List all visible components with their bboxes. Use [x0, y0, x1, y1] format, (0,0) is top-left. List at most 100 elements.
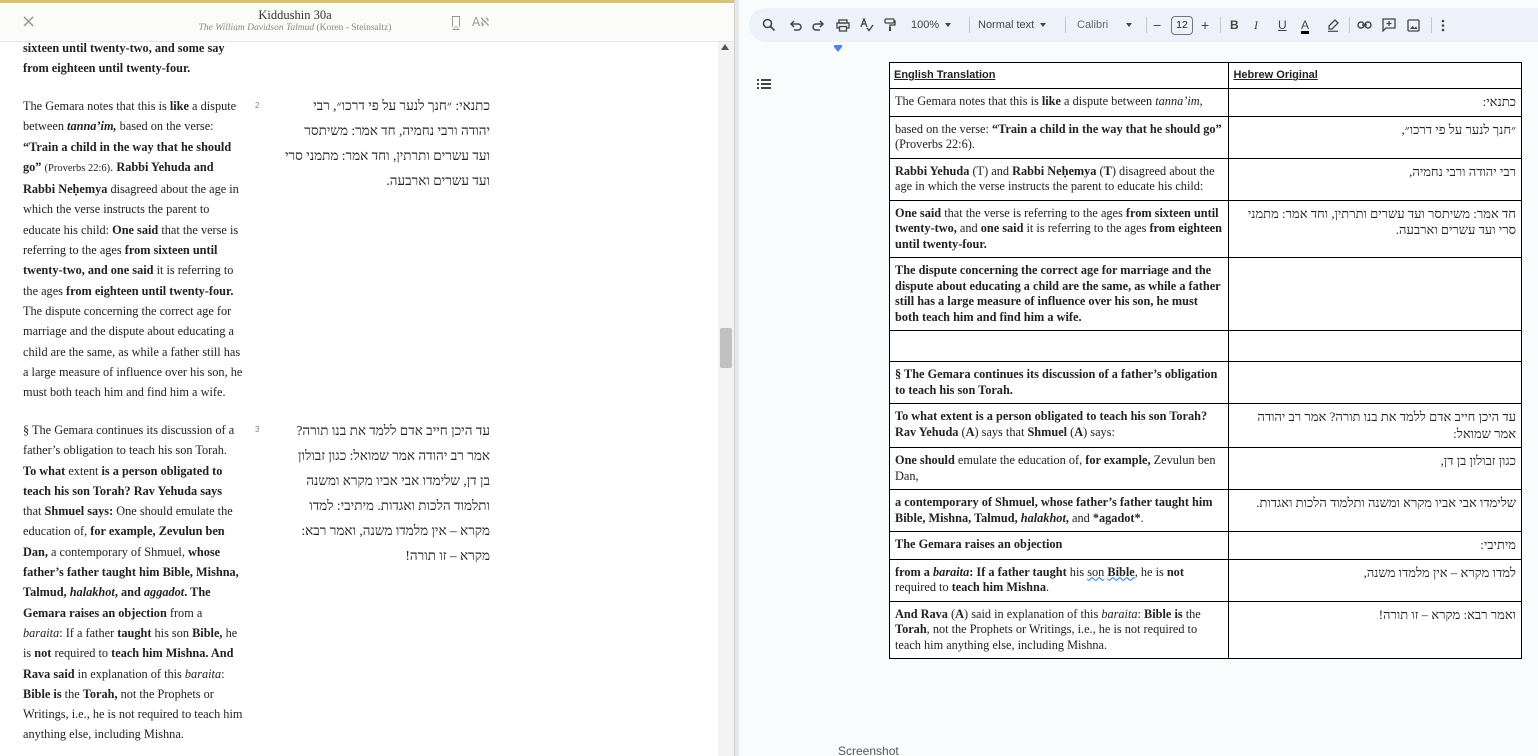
table-row[interactable]: The dispute concerning the correct age f… — [888, 257, 1522, 331]
increase-font-size-button[interactable]: + — [1201, 8, 1209, 42]
paragraph-style-value: Normal text — [978, 19, 1035, 31]
font-family-value: Calibri — [1077, 19, 1109, 31]
english-cell[interactable]: To what extent is a person obligated to … — [888, 403, 1230, 448]
italic-button[interactable]: I — [1254, 8, 1258, 42]
scrollbar[interactable] — [718, 42, 734, 756]
table-row[interactable]: To what extent is a person obligated to … — [888, 403, 1522, 448]
english-segment-3[interactable]: § The Gemara continues its discussion of… — [23, 420, 243, 745]
english-cell[interactable] — [888, 330, 1230, 362]
hebrew-segment-3[interactable]: עד היכן חייב אדם ללמד את בנו תורה? אמר ר… — [272, 418, 490, 568]
hebrew-cell[interactable]: מיתיבי: — [1228, 531, 1522, 560]
insert-image-icon[interactable] — [1407, 8, 1420, 42]
reader-header: × Kiddushin 30a The William Davidson Tal… — [0, 3, 736, 42]
ruler-indent-marker[interactable] — [834, 47, 842, 52]
scrollbar-thumb[interactable] — [720, 328, 732, 368]
table-header-row: English Translation Hebrew Original — [888, 62, 1522, 89]
english-cell[interactable]: a contemporary of Shmuel, whose father’s… — [888, 489, 1230, 532]
hebrew-line: ועד עשרים ותרתין, וחד אמר: מתמני סרי — [285, 148, 490, 163]
hebrew-cell[interactable] — [1228, 361, 1522, 404]
english-cell[interactable]: One should emulate the education of, for… — [888, 447, 1230, 490]
table-row[interactable]: One should emulate the education of, for… — [888, 447, 1522, 490]
chevron-down-icon — [945, 23, 952, 28]
english-cell[interactable]: And Rava (A) said in explanation of this… — [888, 600, 1230, 659]
toolbar-divider — [1065, 17, 1066, 33]
hebrew-column-header[interactable]: Hebrew Original — [1228, 62, 1522, 89]
toolbar-divider — [1349, 17, 1350, 33]
hebrew-cell[interactable] — [1228, 330, 1522, 362]
text-color-button[interactable]: A — [1301, 8, 1309, 42]
toolbar-divider — [969, 17, 970, 33]
hebrew-line: יהודה ורבי נחמיה, חד אמר: משיתסר — [304, 123, 490, 138]
text-title[interactable]: Kiddushin 30a — [160, 8, 430, 22]
version-title: The William Davidson Talmud — [198, 23, 315, 33]
scroll-up-icon[interactable] — [721, 44, 729, 50]
decrease-font-size-button[interactable]: − — [1153, 8, 1161, 42]
highlight-pen-icon[interactable] — [1327, 8, 1339, 42]
table-row[interactable]: One said that the verse is referring to … — [888, 199, 1522, 258]
table-row[interactable]: And Rava (A) said in explanation of this… — [888, 600, 1522, 659]
close-icon[interactable]: × — [21, 12, 36, 32]
hebrew-line: ועד עשרים וארבעה. — [386, 173, 490, 188]
english-segment-1-tail[interactable]: sixteen until twenty-two, and some say f… — [23, 38, 238, 79]
hebrew-cell[interactable]: ואמר רבא: מקרא – זו תורה! — [1228, 600, 1522, 659]
language-toggle-icon[interactable]: Aℵ — [472, 15, 489, 29]
font-family-select[interactable]: Calibri — [1077, 8, 1133, 42]
english-cell[interactable]: based on the verse: “Train a child in th… — [888, 115, 1230, 159]
hebrew-cell[interactable]: ״חנך לנער על פי דרכו״, — [1228, 115, 1522, 159]
chevron-down-icon — [1040, 23, 1047, 28]
english-cell[interactable]: One said that the verse is referring to … — [888, 199, 1230, 258]
toolbar-divider — [1431, 17, 1432, 33]
search-icon[interactable] — [762, 8, 776, 42]
hebrew-line: מקרא – זו תורה! — [405, 548, 490, 563]
segment-number: 2 — [255, 101, 260, 110]
hebrew-cell[interactable]: חד אמר: משיתסר ועד עשרים ותרתין, וחד אמר… — [1228, 199, 1522, 258]
toolbar-divider — [1220, 17, 1221, 33]
add-comment-icon[interactable] — [1382, 8, 1396, 42]
hebrew-cell[interactable]: למדו מקרא – אין מלמדו משנה, — [1228, 558, 1522, 602]
table-row[interactable]: from a baraita: If a father taught his s… — [888, 558, 1522, 602]
doc-toolbar: 100% Normal text Calibri − 12 + B I U A — [749, 8, 1538, 42]
english-cell[interactable]: Rabbi Yehuda (T) and Rabbi Neḥemya (T) d… — [888, 157, 1230, 201]
english-cell[interactable]: The Gemara notes that this is like a dis… — [888, 88, 1230, 117]
document-outline-icon[interactable] — [757, 77, 771, 91]
hebrew-segment-2[interactable]: כתנאי: ״חנך לנער על פי דרכו״, רבי יהודה … — [272, 93, 490, 193]
print-icon[interactable] — [836, 8, 850, 42]
zoom-value: 100% — [911, 19, 940, 31]
table-row[interactable]: Rabbi Yehuda (T) and Rabbi Neḥemya (T) d… — [888, 157, 1522, 201]
spellcheck-icon[interactable] — [860, 8, 874, 42]
english-cell[interactable]: from a baraita: If a father taught his s… — [888, 558, 1230, 602]
hebrew-cell[interactable]: רבי יהודה ורבי נחמיה, — [1228, 157, 1522, 201]
hebrew-cell[interactable]: כגון זבולון בן דן, — [1228, 447, 1522, 490]
toolbar-divider — [1146, 17, 1147, 33]
redo-icon[interactable] — [812, 8, 825, 42]
translation-table[interactable]: English Translation Hebrew Original The … — [888, 62, 1522, 659]
bookmark-icon[interactable] — [452, 16, 460, 30]
english-column-header[interactable]: English Translation — [888, 62, 1230, 89]
underline-button[interactable]: U — [1278, 8, 1287, 42]
table-row[interactable]: The Gemara raises an objection מיתיבי: — [888, 531, 1522, 560]
paragraph-style-select[interactable]: Normal text — [978, 8, 1047, 42]
english-segment-2[interactable]: The Gemara notes that this is like a dis… — [23, 96, 245, 402]
hebrew-cell[interactable]: כתנאי: — [1228, 88, 1522, 117]
table-row[interactable]: a contemporary of Shmuel, whose father’s… — [888, 489, 1522, 532]
english-cell[interactable]: § The Gemara continues its discussion of… — [888, 361, 1230, 404]
hebrew-cell[interactable]: שלימדו אבי אביו מקרא ומשנה ותלמוד הלכות … — [1228, 489, 1522, 532]
hebrew-line: עד היכן חייב אדם ללמד את בנו תורה? — [296, 423, 490, 438]
english-cell[interactable]: The dispute concerning the correct age f… — [888, 257, 1230, 331]
font-size-input[interactable]: 12 — [1171, 16, 1193, 35]
hebrew-cell[interactable] — [1228, 257, 1522, 331]
text-version[interactable]: The William Davidson Talmud (Koren - Ste… — [140, 22, 450, 34]
table-row[interactable]: based on the verse: “Train a child in th… — [888, 115, 1522, 159]
table-row[interactable] — [888, 330, 1522, 362]
more-options-icon[interactable] — [1441, 8, 1445, 42]
image-caption: Screenshot — [838, 744, 899, 756]
hebrew-cell[interactable]: עד היכן חייב אדם ללמד את בנו תורה? אמר ר… — [1228, 403, 1522, 448]
paint-format-icon[interactable] — [884, 8, 896, 42]
english-cell[interactable]: The Gemara raises an objection — [888, 531, 1230, 560]
bold-button[interactable]: B — [1230, 8, 1239, 42]
table-row[interactable]: The Gemara notes that this is like a dis… — [888, 88, 1522, 117]
table-row[interactable]: § The Gemara continues its discussion of… — [888, 361, 1522, 404]
link-icon[interactable] — [1357, 8, 1372, 42]
undo-icon[interactable] — [789, 8, 802, 42]
zoom-select[interactable]: 100% — [911, 8, 952, 42]
